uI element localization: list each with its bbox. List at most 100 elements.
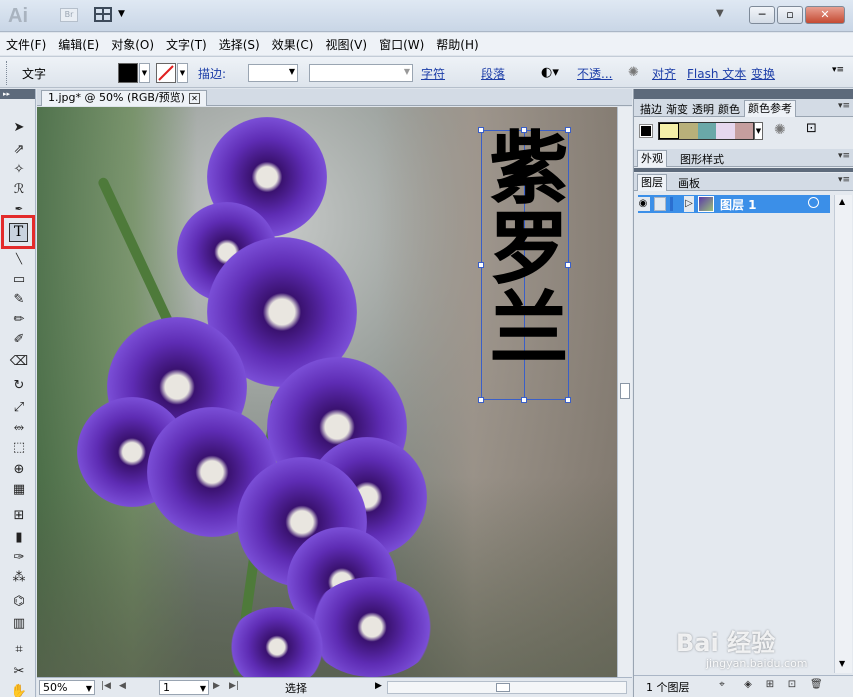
- status-menu-icon[interactable]: ▶: [375, 681, 382, 691]
- opacity-mask-icon[interactable]: ◐▾: [541, 65, 559, 80]
- harmony-swatch[interactable]: [716, 123, 735, 139]
- harmony-swatches[interactable]: [658, 122, 754, 140]
- delete-layer-icon[interactable]: 🗑: [810, 679, 823, 691]
- pencil-tool-icon[interactable]: ✏: [9, 311, 29, 329]
- resize-handle[interactable]: [478, 397, 484, 403]
- lock-toggle[interactable]: [654, 197, 666, 211]
- menu-file[interactable]: 文件(F): [6, 36, 46, 53]
- scroll-down-icon[interactable]: ▼: [839, 659, 845, 668]
- close-icon[interactable]: ✕: [188, 93, 200, 104]
- horizontal-scrollbar[interactable]: [387, 681, 627, 694]
- artboard-tool-icon[interactable]: ⌗: [9, 641, 29, 659]
- character-link[interactable]: 字符: [421, 65, 445, 82]
- paragraph-link[interactable]: 段落: [481, 65, 505, 82]
- type-tool-highlight[interactable]: T: [1, 215, 35, 249]
- eyedropper-tool-icon[interactable]: ✑: [9, 549, 29, 567]
- gradient-tool-icon[interactable]: ▮: [9, 529, 29, 547]
- menu-select[interactable]: 选择(S): [219, 36, 260, 53]
- layer-name[interactable]: 图层 1: [720, 196, 757, 213]
- panel-collapse-icon[interactable]: ▸▸: [0, 89, 35, 99]
- tab-transparency[interactable]: 透明: [692, 101, 714, 117]
- symbol-sprayer-tool-icon[interactable]: ⌬: [9, 593, 29, 611]
- stroke-swatch[interactable]: [156, 63, 176, 83]
- tab-graphic-styles[interactable]: 图形样式: [680, 151, 724, 167]
- artboard-canvas[interactable]: 紫罗兰: [37, 107, 617, 677]
- stroke-weight-input[interactable]: ▼: [248, 64, 298, 82]
- panel-menu-icon[interactable]: ▾≡: [838, 101, 850, 111]
- clipping-mask-icon[interactable]: ◈: [742, 679, 754, 691]
- panel-dock-header[interactable]: [634, 89, 853, 99]
- tab-artboards[interactable]: 画板: [678, 175, 700, 191]
- align-link[interactable]: 对齐: [652, 65, 676, 82]
- tab-color-guide[interactable]: 颜色参考: [744, 100, 796, 117]
- edit-colors-icon[interactable]: ✺: [774, 122, 786, 138]
- shape-builder-tool-icon[interactable]: ⊕: [9, 461, 29, 479]
- prev-artboard-icon[interactable]: ◀: [119, 681, 126, 691]
- close-button[interactable]: ✕: [805, 6, 845, 24]
- direct-selection-tool-icon[interactable]: ⇗: [9, 141, 29, 159]
- eraser-tool-icon[interactable]: ⌫: [9, 353, 29, 371]
- fill-swatch[interactable]: [118, 63, 138, 83]
- tab-gradient[interactable]: 渐变: [666, 101, 688, 117]
- magic-wand-tool-icon[interactable]: ✧: [9, 161, 29, 179]
- tab-color[interactable]: 颜色: [718, 101, 740, 117]
- fill-dropdown[interactable]: ▼: [139, 63, 150, 83]
- next-artboard-icon[interactable]: ▶: [213, 681, 220, 691]
- tab-appearance[interactable]: 外观: [637, 150, 667, 167]
- panel-menu-icon[interactable]: ▾≡: [838, 175, 850, 185]
- blob-brush-tool-icon[interactable]: ✐: [9, 331, 29, 349]
- panel-menu-icon[interactable]: ▾≡: [838, 151, 850, 161]
- scroll-thumb[interactable]: [620, 383, 630, 399]
- layers-scrollbar[interactable]: ▲ ▼: [834, 195, 852, 673]
- workspace-switcher[interactable]: ▼: [716, 8, 724, 19]
- menu-edit[interactable]: 编辑(E): [58, 36, 99, 53]
- harmony-swatch[interactable]: [659, 123, 680, 139]
- vertical-text-object[interactable]: 紫罗兰: [477, 127, 568, 368]
- last-artboard-icon[interactable]: ▶|: [229, 681, 239, 691]
- rectangle-tool-icon[interactable]: ▭: [9, 271, 29, 289]
- opacity-link[interactable]: 不透...: [577, 65, 612, 82]
- transform-link[interactable]: 变换: [751, 65, 775, 82]
- line-tool-icon[interactable]: ╲: [9, 251, 29, 269]
- save-color-group-icon[interactable]: ⊡: [806, 121, 817, 136]
- expand-triangle-icon[interactable]: ▷: [684, 196, 694, 212]
- base-color-swatch[interactable]: [639, 124, 653, 138]
- grip-handle[interactable]: [6, 61, 9, 85]
- scroll-up-icon[interactable]: ▲: [839, 197, 845, 206]
- vertical-scrollbar[interactable]: [617, 107, 632, 677]
- bridge-button[interactable]: Br: [60, 8, 78, 22]
- tab-stroke[interactable]: 描边: [640, 101, 662, 117]
- style-dropdown[interactable]: ▼: [309, 64, 413, 82]
- menu-type[interactable]: 文字(T): [166, 36, 207, 53]
- control-menu-icon[interactable]: ▾≡: [832, 65, 844, 75]
- artboard-number-select[interactable]: 1 ▼: [159, 680, 209, 695]
- flash-text-link[interactable]: Flash 文本: [687, 65, 746, 82]
- eye-icon[interactable]: ◉: [636, 197, 650, 211]
- free-transform-tool-icon[interactable]: ⬚: [9, 439, 29, 457]
- slice-tool-icon[interactable]: ✂: [9, 663, 29, 681]
- selection-tool-icon[interactable]: ➤: [9, 119, 29, 137]
- perspective-grid-tool-icon[interactable]: ▦: [9, 481, 29, 499]
- harmony-dropdown[interactable]: ▼: [754, 122, 763, 140]
- tab-layers[interactable]: 图层: [637, 174, 667, 191]
- scale-tool-icon[interactable]: ⤢: [9, 399, 29, 417]
- harmony-swatch[interactable]: [679, 123, 698, 139]
- arrange-documents-button[interactable]: ▼: [94, 7, 126, 25]
- new-sublayer-icon[interactable]: ⊞: [764, 679, 776, 691]
- new-layer-icon[interactable]: ⊡: [786, 679, 798, 691]
- harmony-swatch[interactable]: [734, 123, 754, 139]
- first-artboard-icon[interactable]: |◀: [101, 681, 111, 691]
- document-tab[interactable]: 1.jpg* @ 50% (RGB/预览) ✕: [41, 90, 207, 106]
- menu-effect[interactable]: 效果(C): [272, 36, 314, 53]
- mesh-tool-icon[interactable]: ⊞: [9, 507, 29, 525]
- stroke-dropdown[interactable]: ▼: [177, 63, 188, 83]
- type-tool-icon[interactable]: T: [9, 223, 28, 242]
- stroke-label[interactable]: 描边:: [198, 65, 226, 82]
- harmony-swatch[interactable]: [697, 123, 717, 139]
- layer-row[interactable]: ◉ ▷ 图层 1: [636, 195, 834, 213]
- scroll-thumb[interactable]: [496, 683, 510, 692]
- status-label[interactable]: 选择: [285, 680, 307, 696]
- blend-tool-icon[interactable]: ⁂: [9, 569, 29, 587]
- minimize-button[interactable]: ─: [749, 6, 775, 24]
- hand-tool-icon[interactable]: ✋: [9, 683, 29, 697]
